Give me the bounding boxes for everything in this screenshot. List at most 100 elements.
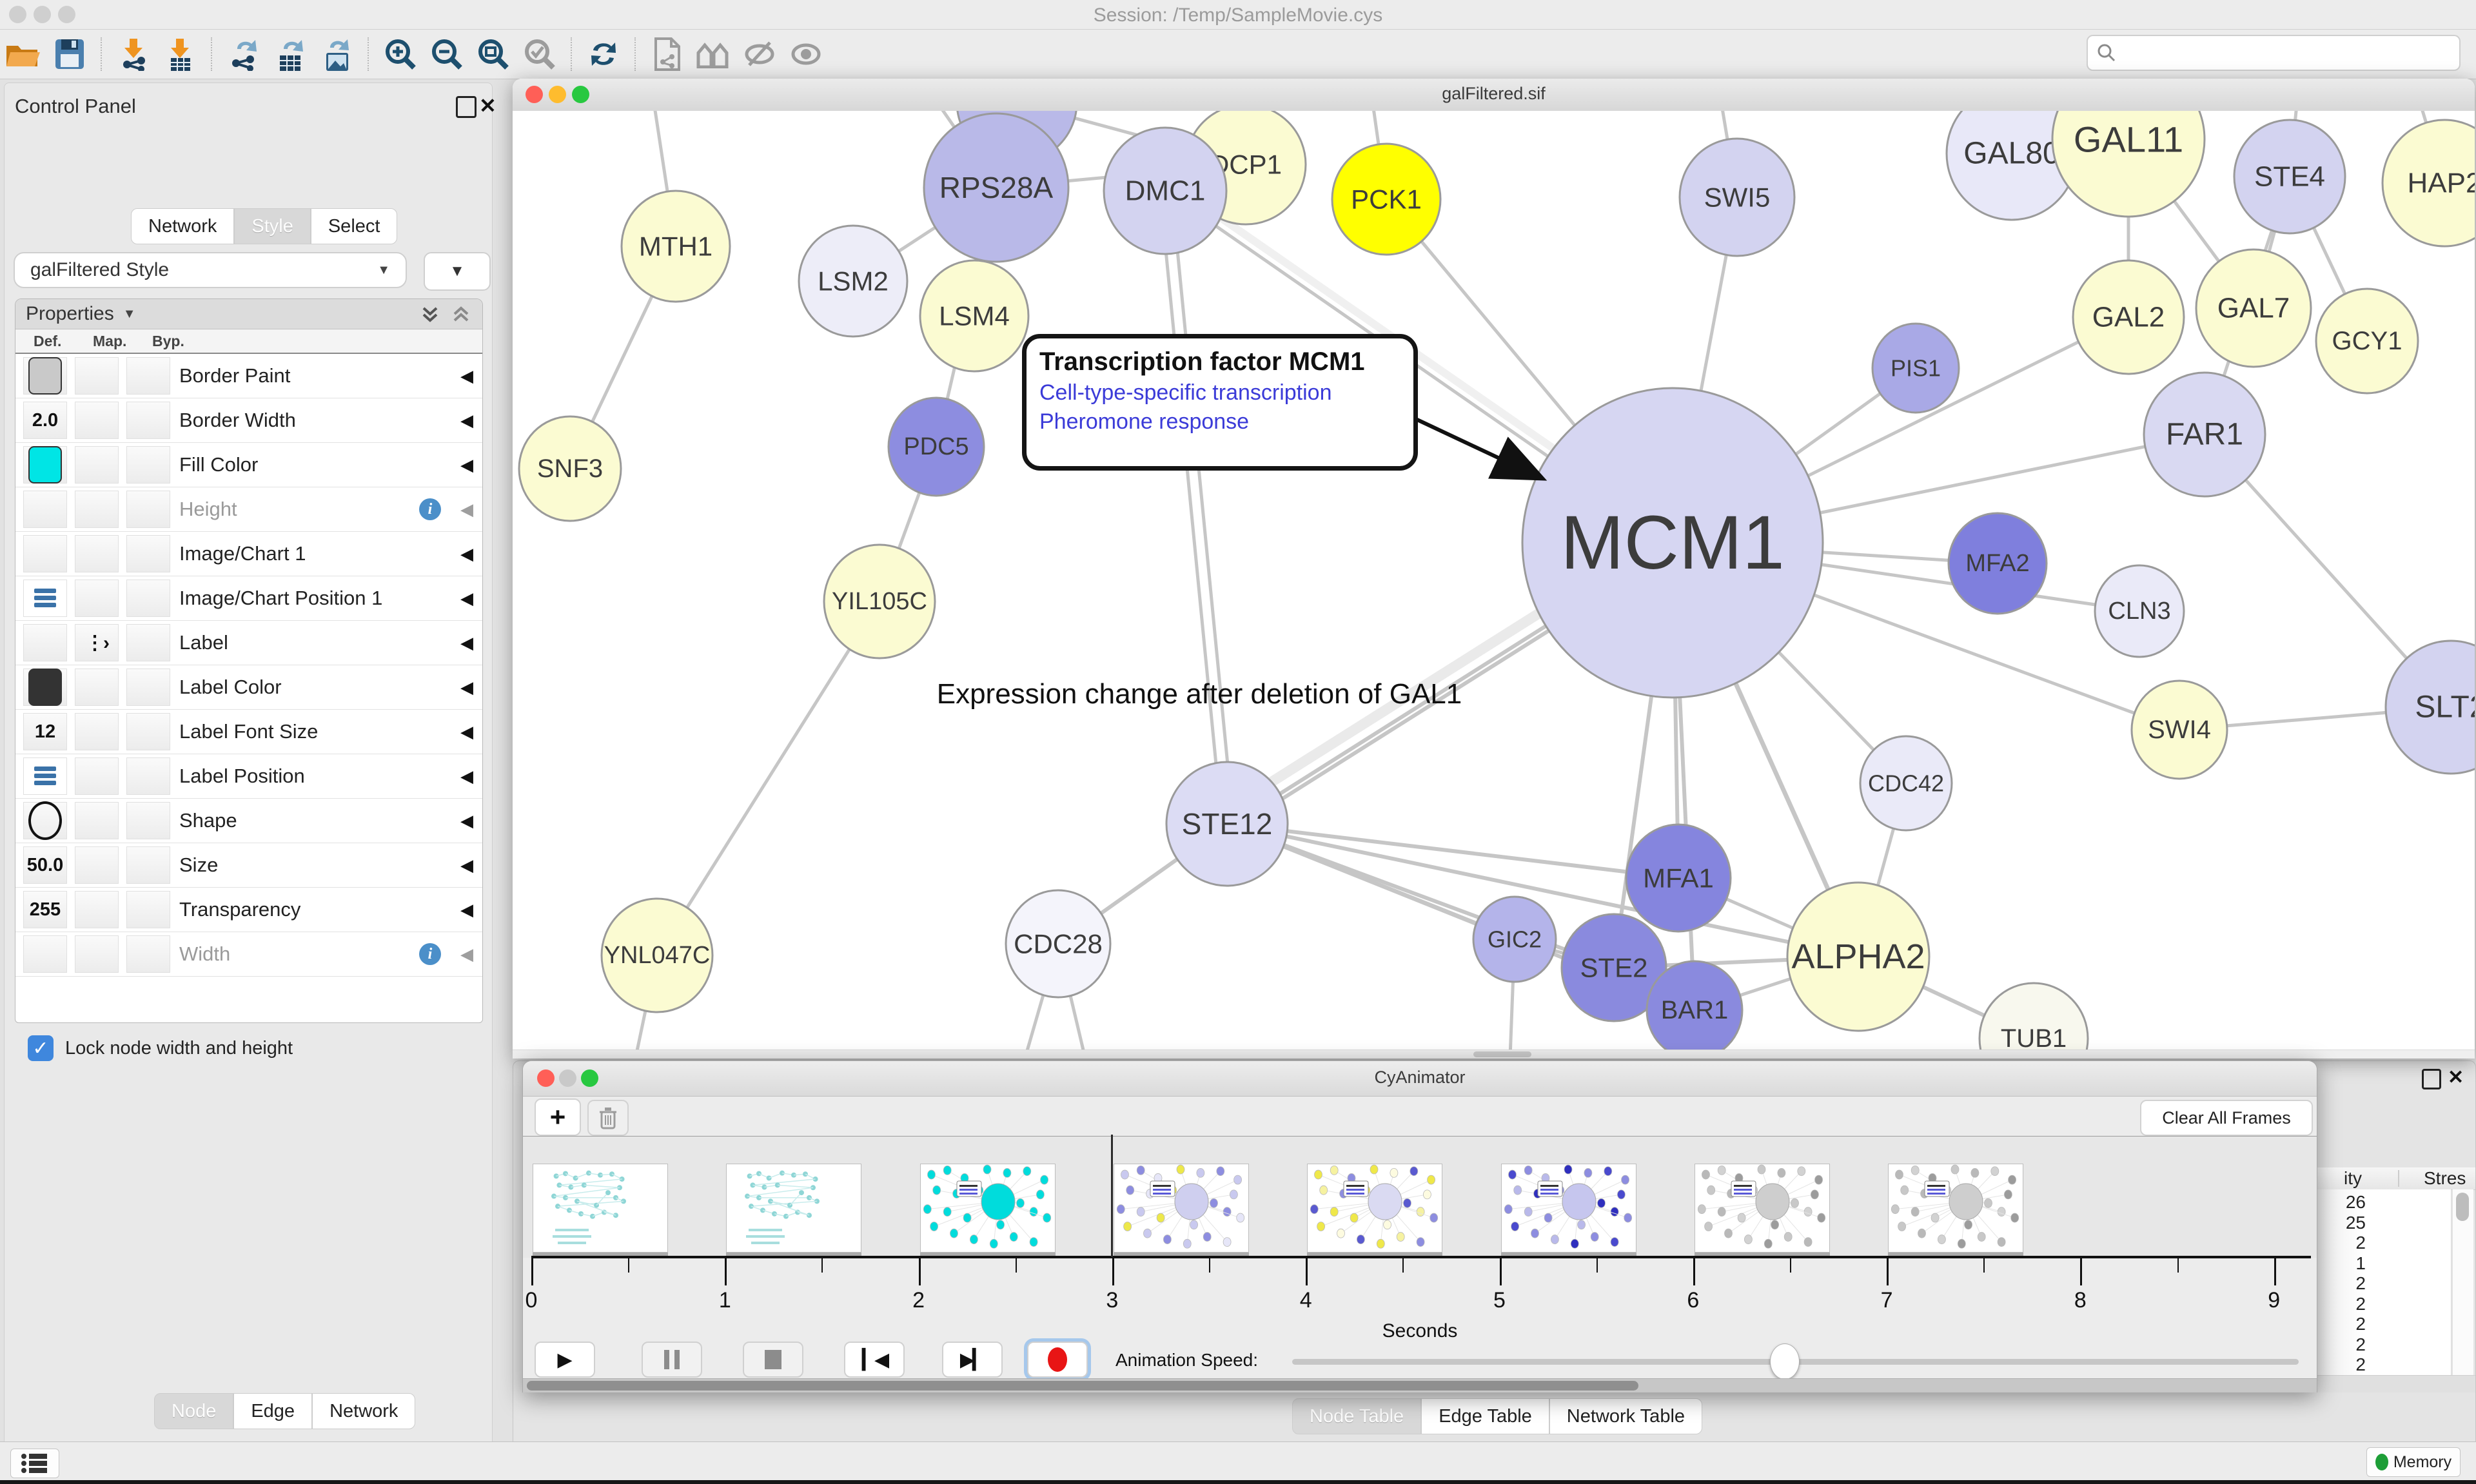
expand-row-icon[interactable]: ◀ xyxy=(460,900,473,920)
table-cell-value[interactable]: 2 xyxy=(2355,1233,2366,1253)
canvas-note-text[interactable]: Expression change after deletion of GAL1 xyxy=(874,678,1525,710)
table-column-header[interactable]: ity xyxy=(2317,1168,2362,1189)
expand-all-icon[interactable] xyxy=(419,303,441,325)
property-byp-cell[interactable] xyxy=(126,446,170,483)
network-node-pck1[interactable]: PCK1 xyxy=(1332,144,1440,255)
property-row-image-chart-1[interactable]: Image/Chart 1◀ xyxy=(15,532,482,576)
frame-thumbnail-4[interactable] xyxy=(1307,1164,1442,1253)
network-node-mth1[interactable]: MTH1 xyxy=(622,191,730,302)
annotation-box[interactable]: Transcription factor MCM1 Cell-type-spec… xyxy=(1022,334,1418,471)
tab-edge[interactable]: Edge xyxy=(233,1393,312,1429)
import-network-icon[interactable] xyxy=(115,35,152,73)
clear-all-frames-button[interactable]: Clear All Frames xyxy=(2140,1100,2313,1136)
timeline-playhead[interactable] xyxy=(1111,1135,1113,1257)
property-byp-cell[interactable] xyxy=(126,357,170,395)
expand-row-icon[interactable]: ◀ xyxy=(460,544,473,564)
expand-row-icon[interactable]: ◀ xyxy=(460,678,473,698)
frame-thumbnail-7[interactable] xyxy=(1888,1164,2023,1253)
hide-details-icon[interactable] xyxy=(742,35,779,73)
property-map-cell[interactable] xyxy=(75,757,119,795)
network-document-icon[interactable] xyxy=(649,35,686,73)
close-panel-icon[interactable]: ✕ xyxy=(2448,1066,2464,1089)
property-map-cell[interactable] xyxy=(75,935,119,973)
play-button[interactable]: ▶ xyxy=(535,1342,595,1378)
property-map-cell[interactable] xyxy=(75,402,119,439)
cyanimator-horizontal-scrollbar[interactable] xyxy=(523,1378,2317,1392)
tab-edge-table[interactable]: Edge Table xyxy=(1421,1398,1549,1434)
zoom-fit-icon[interactable] xyxy=(475,35,512,73)
refresh-icon[interactable] xyxy=(585,35,622,73)
frame-thumbnail-1[interactable] xyxy=(726,1164,861,1253)
table-cell-value[interactable]: 2 xyxy=(2355,1273,2366,1294)
scrollbar-thumb[interactable] xyxy=(1473,1051,1531,1057)
zoom-in-icon[interactable] xyxy=(382,35,419,73)
property-byp-cell[interactable] xyxy=(126,624,170,661)
table-vertical-scrollbar[interactable] xyxy=(2452,1189,2473,1375)
show-details-icon[interactable] xyxy=(788,35,825,73)
zoom-out-icon[interactable] xyxy=(428,35,466,73)
network-node-lsm4[interactable]: LSM4 xyxy=(920,260,1028,371)
network-node-cln3[interactable]: CLN3 xyxy=(2095,565,2184,657)
property-map-cell[interactable] xyxy=(75,802,119,839)
table-column-header[interactable]: Stres xyxy=(2424,1168,2466,1189)
property-map-cell[interactable] xyxy=(75,491,119,528)
tab-select[interactable]: Select xyxy=(311,208,398,244)
property-def-cell[interactable] xyxy=(23,935,67,973)
network-node-dmc1[interactable]: DMC1 xyxy=(1104,128,1226,254)
property-def-cell[interactable] xyxy=(23,757,67,795)
network-node-ynl047c[interactable]: YNL047C xyxy=(602,899,712,1012)
network-node-bar1[interactable]: BAR1 xyxy=(1647,961,1742,1059)
network-node-pis1[interactable]: PIS1 xyxy=(1872,324,1959,413)
property-byp-cell[interactable] xyxy=(126,891,170,928)
tab-style[interactable]: Style xyxy=(234,208,310,244)
property-def-cell[interactable]: 50.0 xyxy=(23,846,67,884)
property-row-label-font-size[interactable]: 12Label Font Size◀ xyxy=(15,710,482,754)
frame-thumbnail-2[interactable] xyxy=(920,1164,1056,1253)
memory-button[interactable]: Memory xyxy=(2366,1447,2461,1477)
property-byp-cell[interactable] xyxy=(126,491,170,528)
export-network-icon[interactable] xyxy=(225,35,262,73)
network-node-swi5[interactable]: SWI5 xyxy=(1680,139,1794,256)
property-row-height[interactable]: Heighti◀ xyxy=(15,487,482,532)
table-cell-value[interactable]: 25 xyxy=(2346,1213,2366,1233)
expand-row-icon[interactable]: ◀ xyxy=(460,589,473,609)
scrollbar-thumb[interactable] xyxy=(2456,1193,2469,1221)
network-node-lsm2[interactable]: LSM2 xyxy=(799,226,907,337)
property-row-fill-color[interactable]: Fill Color◀ xyxy=(15,443,482,487)
property-row-transparency[interactable]: 255Transparency◀ xyxy=(15,888,482,932)
network-node-snf3[interactable]: SNF3 xyxy=(519,416,621,521)
network-node-mfa2[interactable]: MFA2 xyxy=(1949,513,2047,614)
property-def-cell[interactable]: 255 xyxy=(23,891,67,928)
property-def-cell[interactable]: 2.0 xyxy=(23,402,67,439)
property-row-label-position[interactable]: Label Position◀ xyxy=(15,754,482,799)
property-byp-cell[interactable] xyxy=(126,713,170,750)
skip-to-start-button[interactable]: ▎◀ xyxy=(844,1342,905,1378)
property-map-cell[interactable] xyxy=(75,535,119,572)
property-row-size[interactable]: 50.0Size◀ xyxy=(15,843,482,888)
network-node-ste12[interactable]: STE12 xyxy=(1166,762,1288,886)
property-byp-cell[interactable] xyxy=(126,535,170,572)
close-panel-icon[interactable]: ✕ xyxy=(479,93,496,118)
property-def-cell[interactable] xyxy=(23,491,67,528)
property-row-border-paint[interactable]: Border Paint◀ xyxy=(15,354,482,398)
float-panel-icon[interactable] xyxy=(456,96,477,118)
tab-network[interactable]: Network xyxy=(131,208,234,244)
expand-row-icon[interactable]: ◀ xyxy=(460,455,473,475)
property-def-cell[interactable]: 12 xyxy=(23,713,67,750)
export-image-icon[interactable] xyxy=(318,35,355,73)
save-session-icon[interactable] xyxy=(51,35,88,73)
pause-button[interactable] xyxy=(642,1342,702,1378)
annotation-link[interactable]: Pheromone response xyxy=(1039,409,1400,434)
float-panel-icon[interactable] xyxy=(2422,1069,2441,1089)
tab-node-table[interactable]: Node Table xyxy=(1292,1398,1421,1434)
table-column-headers[interactable]: ity Stres xyxy=(2317,1167,2475,1190)
property-map-cell[interactable] xyxy=(75,446,119,483)
export-table-icon[interactable] xyxy=(271,35,309,73)
add-frame-button[interactable]: + xyxy=(535,1098,581,1136)
frame-thumbnail-3[interactable] xyxy=(1114,1164,1249,1253)
property-map-cell[interactable] xyxy=(75,580,119,617)
property-map-cell[interactable] xyxy=(75,669,119,706)
property-row-image-chart-position-1[interactable]: Image/Chart Position 1◀ xyxy=(15,576,482,621)
network-window-titlebar[interactable]: galFiltered.sif xyxy=(513,79,2475,112)
table-cell-value[interactable]: 1 xyxy=(2355,1253,2366,1274)
